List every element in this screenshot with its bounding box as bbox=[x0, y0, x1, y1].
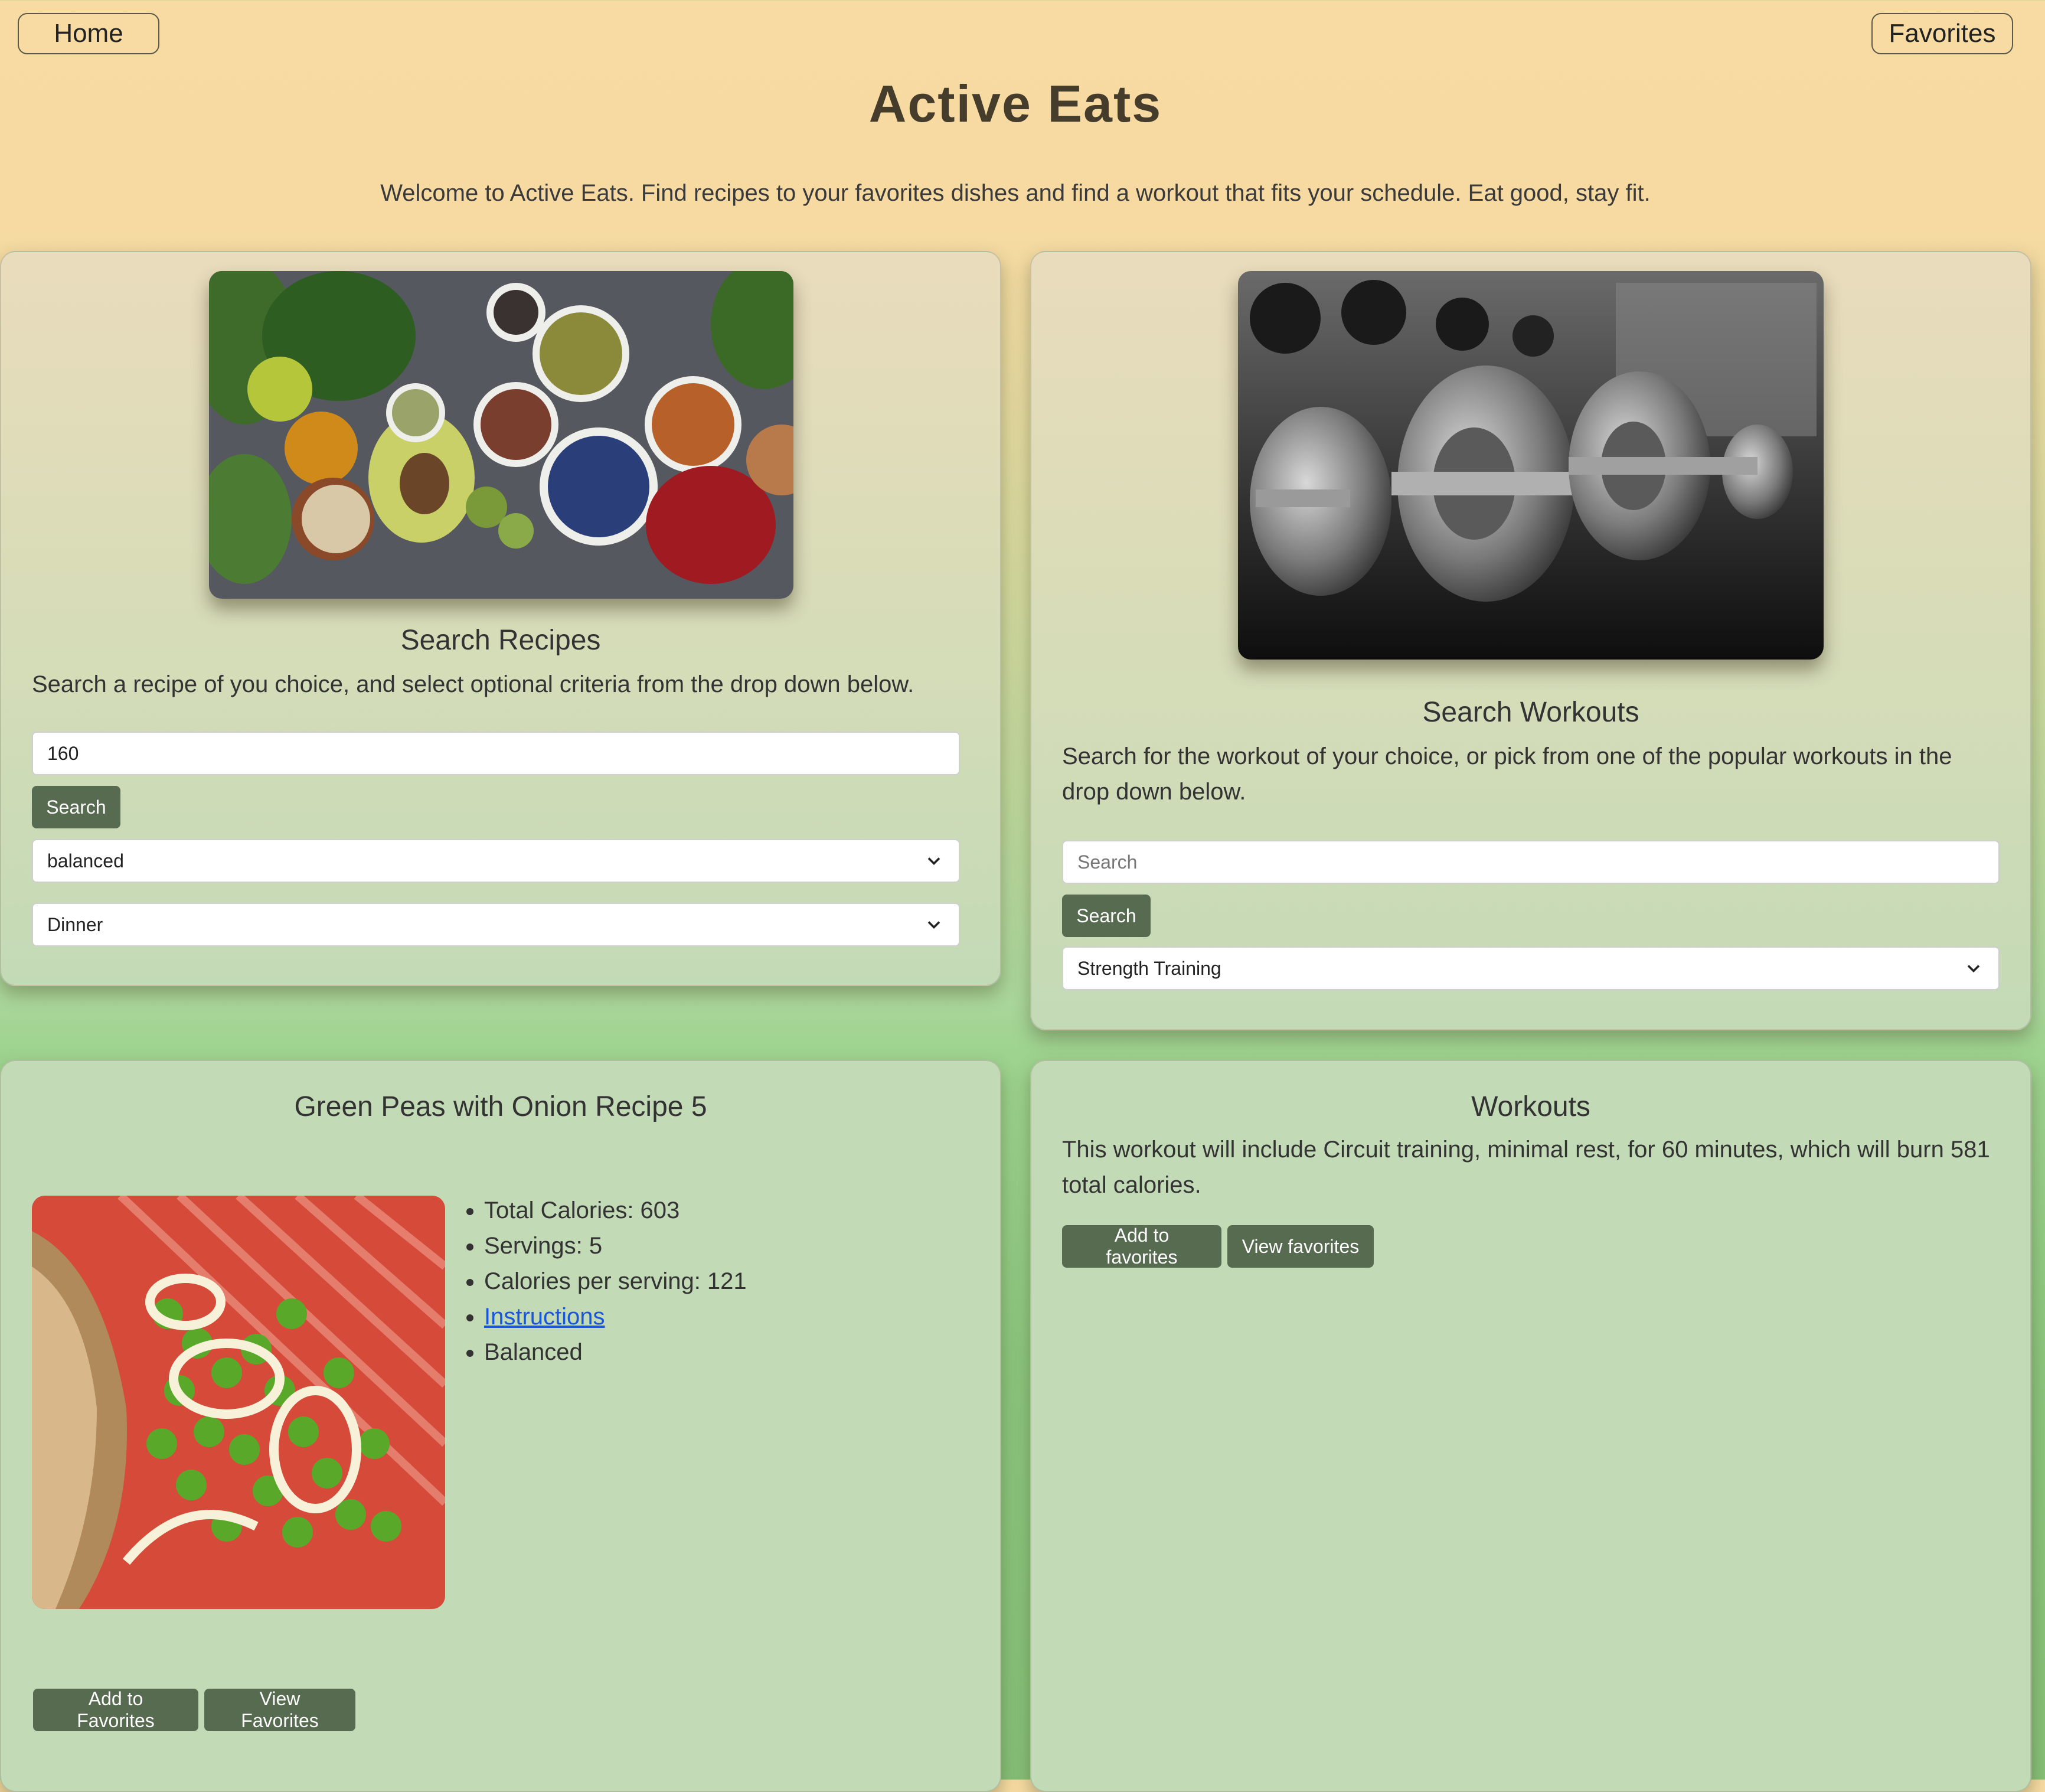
add-recipe-to-favorites-button[interactable]: Add to Favorites bbox=[33, 1688, 198, 1731]
dumbbells-image bbox=[1238, 271, 1824, 660]
workout-search-description: Search for the workout of your choice, o… bbox=[1062, 743, 1952, 805]
diet-select[interactable]: balanced bbox=[32, 839, 960, 883]
workout-search-input[interactable]: Search bbox=[1062, 840, 2000, 884]
recipe-search-description: Search a recipe of you choice, and selec… bbox=[32, 671, 914, 697]
servings: Servings: 5 bbox=[484, 1228, 747, 1264]
chevron-down-icon bbox=[927, 857, 940, 866]
recipe-title: Green Peas with Onion Recipe 5 bbox=[294, 1091, 707, 1122]
welcome-text: Welcome to Active Eats. Find recipes to … bbox=[380, 180, 1651, 206]
recipe-search-input[interactable]: 160 bbox=[32, 732, 960, 775]
view-recipe-favorites-button[interactable]: View Favorites bbox=[204, 1688, 355, 1731]
instructions-link[interactable]: Instructions bbox=[484, 1304, 605, 1330]
chevron-down-icon bbox=[927, 921, 940, 929]
home-button[interactable]: Home bbox=[18, 13, 159, 54]
workout-search-heading: Search Workouts bbox=[1422, 697, 1639, 728]
add-workout-to-favorites-button[interactable]: Add to favorites bbox=[1062, 1225, 1221, 1268]
view-workout-favorites-button[interactable]: View favorites bbox=[1227, 1225, 1374, 1268]
workout-type-select[interactable]: Strength Training bbox=[1062, 946, 2000, 990]
workouts-heading: Workouts bbox=[1471, 1091, 1590, 1122]
workout-search-card: Search Workouts Search for the workout o… bbox=[1030, 251, 2031, 1030]
workout-result-card: Workouts This workout will include Circu… bbox=[1030, 1060, 2031, 1792]
meal-type-select-value: Dinner bbox=[47, 913, 103, 935]
workout-description: This workout will include Circuit traini… bbox=[1062, 1137, 1990, 1198]
workout-type-select-value: Strength Training bbox=[1077, 957, 1221, 979]
diet-select-value: balanced bbox=[47, 850, 124, 871]
diet-label: Balanced bbox=[484, 1334, 747, 1370]
healthy-food-image bbox=[209, 271, 793, 599]
total-calories: Total Calories: 603 bbox=[484, 1193, 747, 1228]
meal-type-select[interactable]: Dinner bbox=[32, 903, 960, 946]
favorites-button[interactable]: Favorites bbox=[1871, 13, 2013, 54]
page: Home Favorites Active Eats Welcome to Ac… bbox=[0, 0, 2031, 1792]
calories-per-serving: Calories per serving: 121 bbox=[484, 1264, 747, 1299]
recipe-search-button[interactable]: Search bbox=[32, 786, 120, 828]
recipe-search-heading: Search Recipes bbox=[400, 625, 601, 656]
chevron-down-icon bbox=[1967, 965, 1980, 973]
workout-search-button[interactable]: Search bbox=[1062, 895, 1151, 937]
recipe-facts-list: Total Calories: 603 Servings: 5 Calories… bbox=[460, 1193, 747, 1370]
instructions-item: Instructions bbox=[484, 1299, 747, 1334]
workout-search-placeholder: Search bbox=[1077, 851, 1138, 873]
recipe-search-card: Search Recipes Search a recipe of you ch… bbox=[0, 251, 1001, 986]
recipe-search-input-value: 160 bbox=[47, 742, 79, 764]
recipe-image bbox=[32, 1196, 445, 1609]
page-title: Active Eats bbox=[868, 74, 1162, 133]
